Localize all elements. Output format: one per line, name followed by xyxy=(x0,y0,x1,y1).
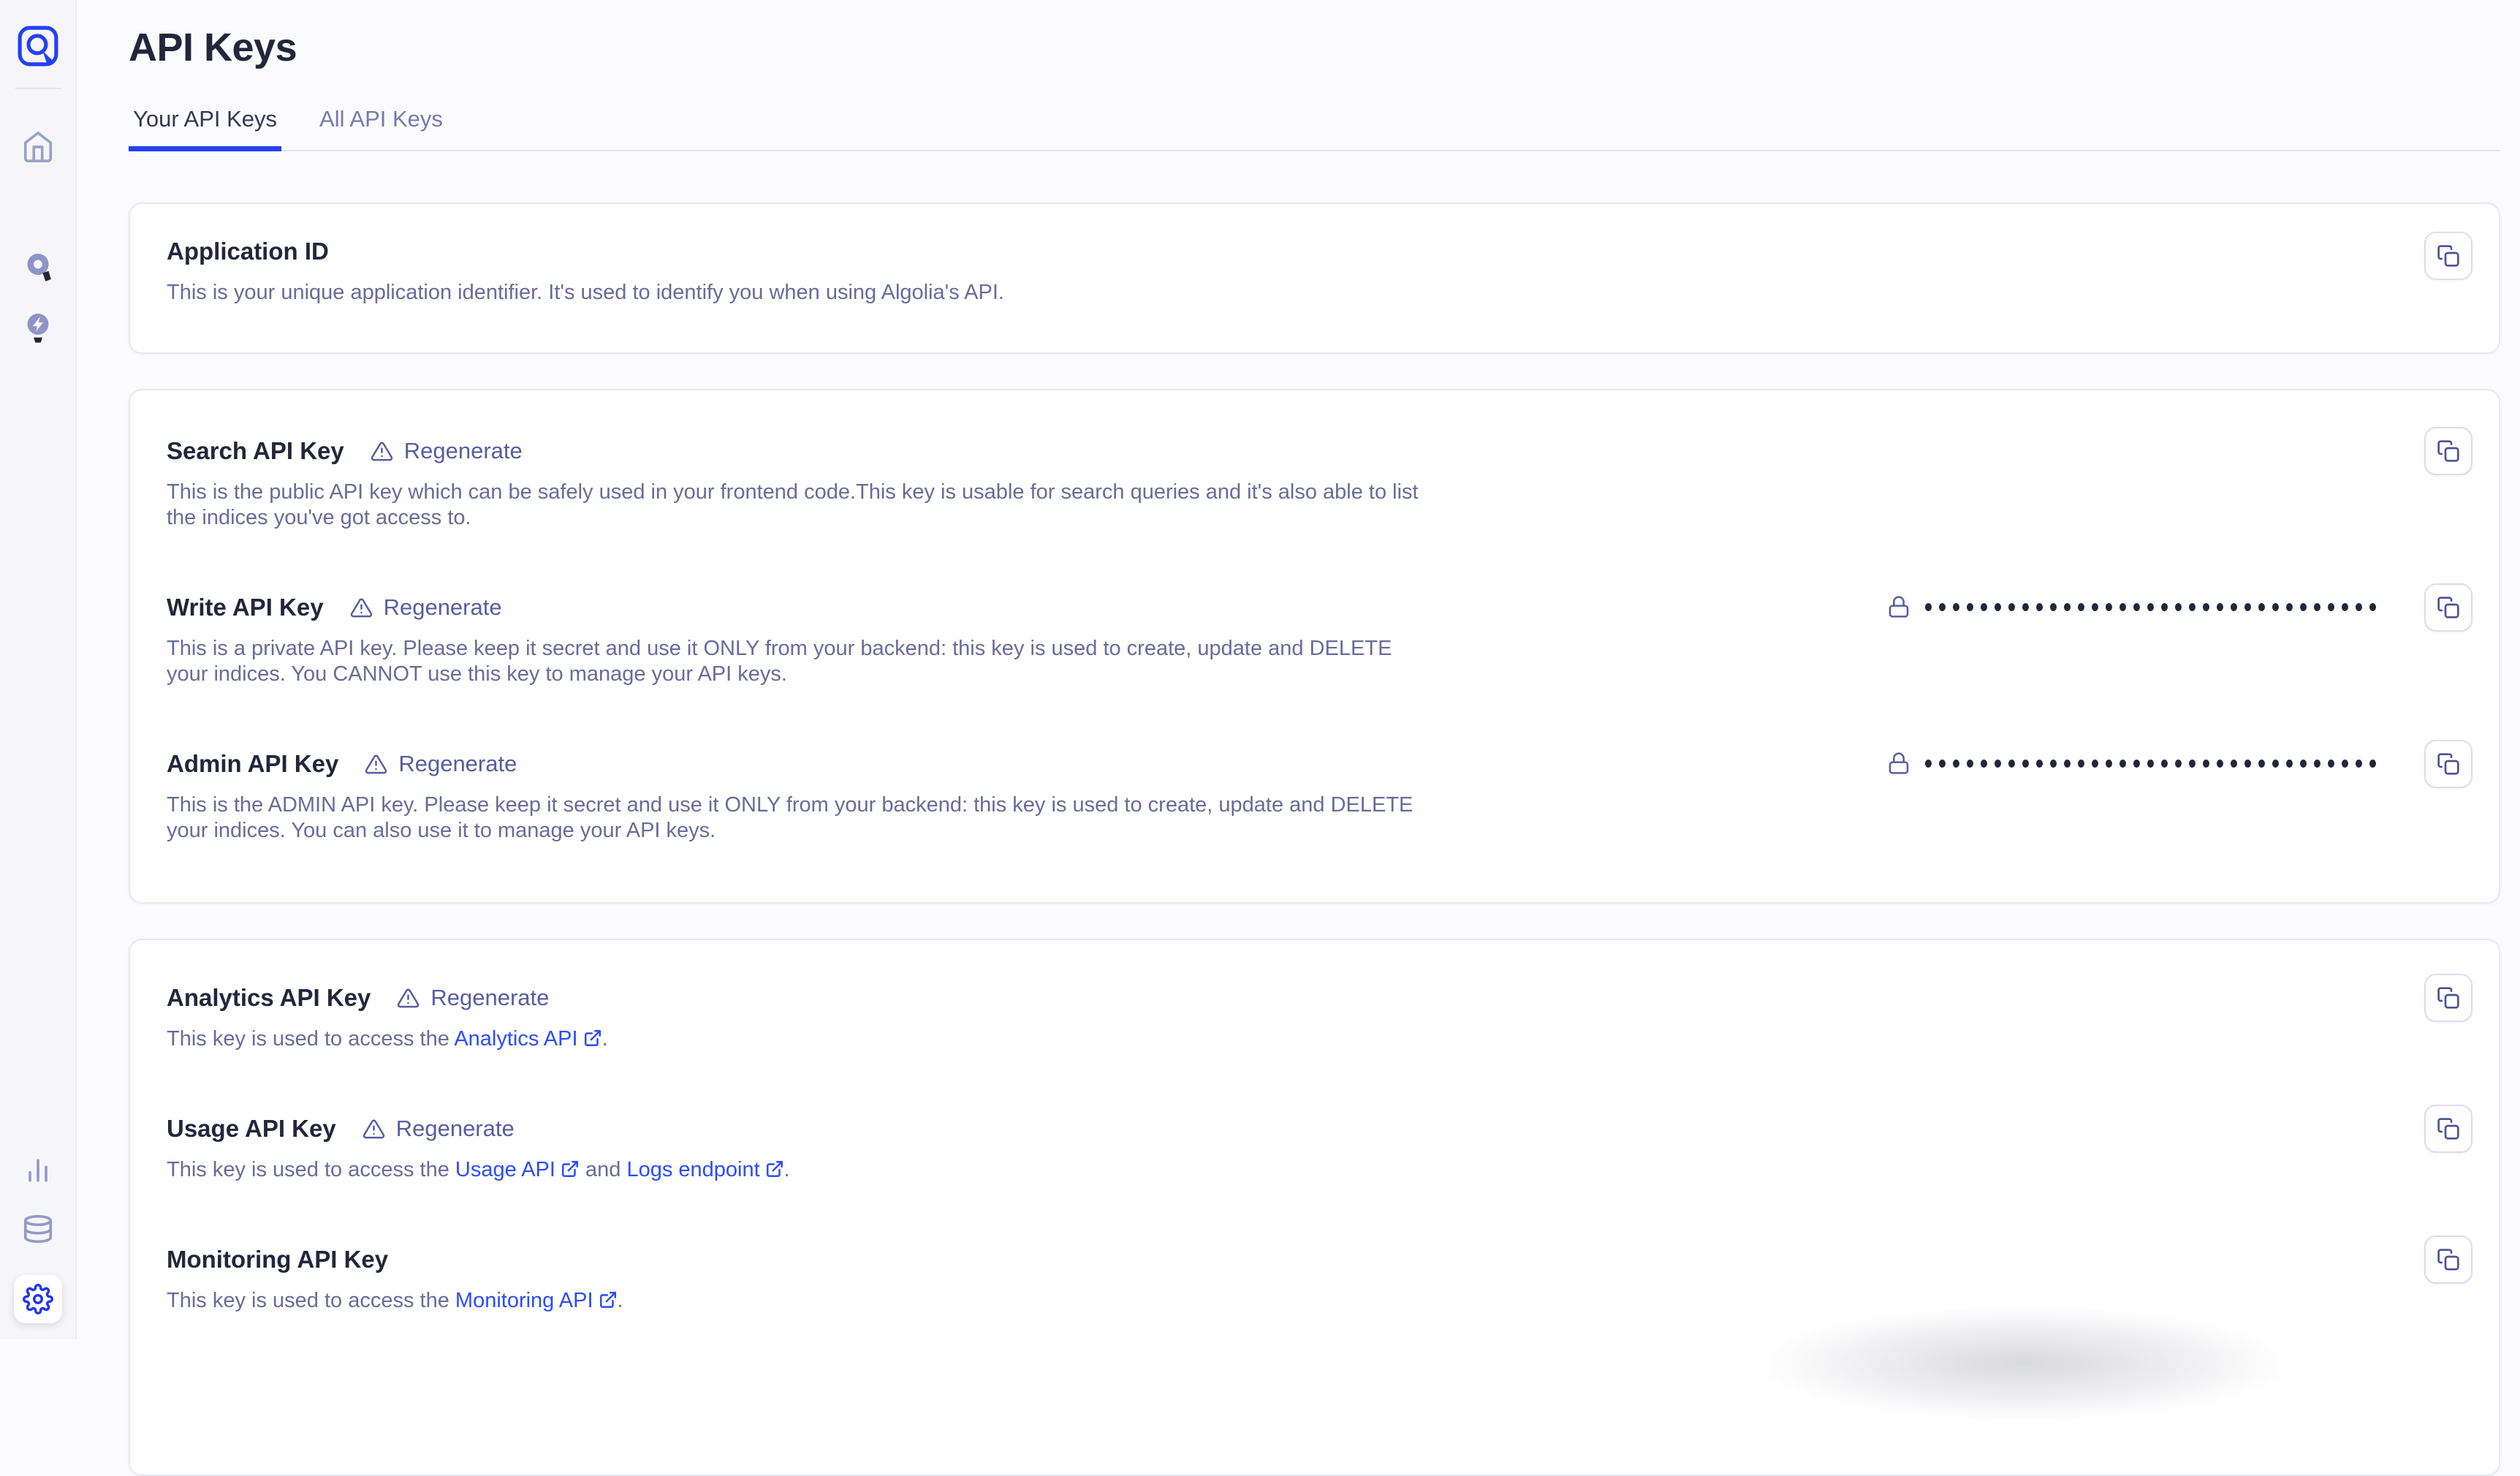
regenerate-label: Regenerate xyxy=(398,751,517,777)
masked-key-dots xyxy=(1925,760,2376,768)
application-id-title: Application ID xyxy=(167,238,329,265)
main-content: API Keys Your API Keys All API Keys Appl… xyxy=(77,0,2520,1339)
regenerate-label: Regenerate xyxy=(396,1116,515,1142)
search-api-key-section: Search API Key Regenerate This is the pu… xyxy=(167,437,2472,531)
lock-icon xyxy=(1887,752,1910,775)
copy-search-key-button[interactable] xyxy=(2424,427,2472,475)
warning-triangle-icon xyxy=(350,597,373,619)
sidebar-bottom-group xyxy=(14,1154,62,1323)
regenerate-analytics-key-button[interactable]: Regenerate xyxy=(397,985,549,1011)
write-api-key-masked-value xyxy=(1887,591,2376,623)
admin-api-key-title: Admin API Key xyxy=(167,750,338,778)
copy-icon xyxy=(2437,1117,2460,1140)
copy-usage-key-button[interactable] xyxy=(2424,1105,2472,1153)
admin-api-key-section: Admin API Key Regenerate This is the ADM… xyxy=(167,750,2472,844)
analytics-api-key-section: Analytics API Key Regenerate This key is… xyxy=(167,984,2472,1052)
admin-api-key-masked-value xyxy=(1887,747,2376,779)
warning-triangle-icon xyxy=(363,1118,385,1140)
application-id-section: Application ID This is your unique appli… xyxy=(167,238,2472,306)
external-link-icon xyxy=(599,1290,618,1309)
copy-icon xyxy=(2437,986,2460,1010)
description-text: This key is used to access the xyxy=(167,1027,454,1051)
analytics-api-link[interactable]: Analytics API xyxy=(454,1027,601,1051)
description-text: This key is used to access the xyxy=(167,1158,455,1181)
lock-icon xyxy=(1887,595,1910,618)
copy-icon xyxy=(2437,244,2460,268)
usage-api-key-section: Usage API Key Regenerate This key is use… xyxy=(167,1115,2472,1183)
search-pin-icon[interactable] xyxy=(19,249,57,289)
copy-icon xyxy=(2437,596,2460,619)
regenerate-usage-key-button[interactable]: Regenerate xyxy=(363,1116,515,1142)
app-root: API Keys Your API Keys All API Keys Appl… xyxy=(0,0,2520,1339)
bolt-icon[interactable] xyxy=(19,309,57,352)
copy-monitoring-key-button[interactable] xyxy=(2424,1235,2472,1284)
copy-icon xyxy=(2437,752,2460,776)
database-icon[interactable] xyxy=(21,1214,55,1247)
description-text: . xyxy=(618,1289,623,1312)
service-api-keys-card: Analytics API Key Regenerate This key is… xyxy=(129,939,2500,1476)
description-text: . xyxy=(784,1158,790,1181)
warning-triangle-icon xyxy=(371,440,393,463)
page-title: API Keys xyxy=(129,26,2500,69)
tab-all-api-keys[interactable]: All API Keys xyxy=(315,105,447,150)
description-text: and xyxy=(580,1158,627,1181)
copy-analytics-key-button[interactable] xyxy=(2424,974,2472,1022)
external-link-icon xyxy=(561,1159,580,1178)
masked-key-dots xyxy=(1925,603,2376,611)
warning-triangle-icon xyxy=(365,753,387,776)
monitoring-api-link[interactable]: Monitoring API xyxy=(455,1289,618,1312)
monitoring-api-key-section: Monitoring API Key This key is used to a… xyxy=(167,1246,2472,1314)
gear-icon xyxy=(23,1284,53,1314)
algolia-logo[interactable] xyxy=(17,25,59,67)
usage-api-link[interactable]: Usage API xyxy=(455,1158,580,1181)
regenerate-label: Regenerate xyxy=(404,438,523,464)
copy-write-key-button[interactable] xyxy=(2424,583,2472,632)
admin-api-key-description: This is the ADMIN API key. Please keep i… xyxy=(167,792,1431,844)
warning-triangle-icon xyxy=(397,987,420,1010)
write-api-key-description: This is a private API key. Please keep i… xyxy=(167,636,1431,687)
tab-bar: Your API Keys All API Keys xyxy=(129,105,2500,151)
write-api-key-title: Write API Key xyxy=(167,594,324,621)
regenerate-label: Regenerate xyxy=(384,594,502,621)
api-keys-card: Search API Key Regenerate This is the pu… xyxy=(129,389,2500,904)
regenerate-admin-key-button[interactable]: Regenerate xyxy=(365,751,517,777)
sidebar xyxy=(0,0,77,1339)
logs-endpoint-link[interactable]: Logs endpoint xyxy=(626,1158,783,1181)
application-id-card: Application ID This is your unique appli… xyxy=(129,203,2500,354)
monitoring-api-key-description: This key is used to access the Monitorin… xyxy=(167,1288,1431,1314)
description-text: This key is used to access the xyxy=(167,1289,455,1312)
description-text: . xyxy=(602,1027,608,1051)
regenerate-write-key-button[interactable]: Regenerate xyxy=(350,594,502,621)
external-link-icon xyxy=(765,1159,784,1178)
copy-admin-key-button[interactable] xyxy=(2424,740,2472,788)
sidebar-divider xyxy=(15,88,61,89)
sidebar-item-settings[interactable] xyxy=(14,1275,62,1323)
copy-icon xyxy=(2437,1248,2460,1271)
external-link-icon xyxy=(583,1029,602,1048)
regenerate-search-key-button[interactable]: Regenerate xyxy=(371,438,523,464)
copy-application-id-button[interactable] xyxy=(2424,232,2472,280)
analytics-api-key-title: Analytics API Key xyxy=(167,984,371,1012)
application-id-description: This is your unique application identifi… xyxy=(167,280,1431,306)
bar-chart-icon[interactable] xyxy=(22,1154,54,1186)
home-icon[interactable] xyxy=(21,130,55,164)
copy-icon xyxy=(2437,439,2460,463)
search-api-key-description: This is the public API key which can be … xyxy=(167,480,1431,531)
usage-api-key-title: Usage API Key xyxy=(167,1115,336,1143)
monitoring-api-key-title: Monitoring API Key xyxy=(167,1246,388,1273)
write-api-key-section: Write API Key Regenerate This is a priva… xyxy=(167,594,2472,687)
analytics-api-key-description: This key is used to access the Analytics… xyxy=(167,1026,1431,1052)
search-api-key-title: Search API Key xyxy=(167,437,344,465)
tab-your-api-keys[interactable]: Your API Keys xyxy=(129,105,281,150)
usage-api-key-description: This key is used to access the Usage API… xyxy=(167,1157,1431,1183)
regenerate-label: Regenerate xyxy=(430,985,549,1011)
